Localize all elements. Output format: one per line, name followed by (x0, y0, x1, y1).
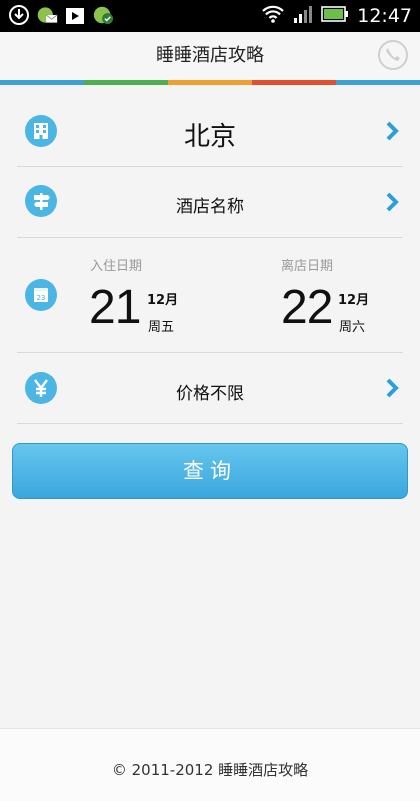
footer: © 2011-2012 睡睡酒店攻略 (0, 728, 420, 801)
date-row[interactable]: 23 入住日期 21 12月 周五 离店日期 22 12月 周六 (17, 238, 403, 352)
checkout-month: 12月 (338, 293, 370, 308)
checkout-weekday: 周六 (339, 320, 366, 335)
download-icon (8, 4, 30, 26)
page-title: 睡睡酒店攻略 (156, 45, 264, 66)
checkout-day: 22 (281, 281, 333, 334)
query-button[interactable]: 查询 (12, 443, 408, 499)
phone-icon (386, 48, 400, 61)
header-color-bar (0, 80, 420, 85)
phone-button[interactable] (378, 40, 408, 70)
hotel-name-label: 酒店名称 (176, 197, 244, 217)
city-row[interactable]: 北京 (17, 96, 403, 166)
calendar-icon: 23 (25, 279, 57, 311)
update-notification-icon (92, 4, 114, 26)
checkin-weekday: 周五 (148, 320, 175, 335)
signal-icon (293, 4, 313, 28)
divider (17, 423, 403, 424)
checkin-label: 入住日期 (90, 259, 143, 274)
svg-text:23: 23 (37, 294, 46, 302)
mail-notification-icon (36, 4, 58, 26)
checkout-label: 离店日期 (281, 259, 334, 274)
hotel-name-row[interactable]: 酒店名称 (17, 167, 403, 237)
checkin-month: 12月 (147, 293, 179, 308)
play-store-icon (64, 4, 86, 26)
price-label: 价格不限 (176, 384, 244, 404)
price-row[interactable]: 价格不限 (17, 353, 403, 423)
status-clock: 12:47 (357, 5, 412, 27)
battery-icon (321, 5, 349, 27)
chevron-right-icon (386, 378, 399, 398)
wifi-icon (261, 4, 285, 28)
city-label: 北京 (183, 122, 236, 152)
status-bar: 12:47 (0, 0, 420, 32)
chevron-right-icon (386, 192, 399, 212)
checkin-day: 21 (89, 281, 141, 334)
app-header: 睡睡酒店攻略 (0, 32, 420, 80)
chevron-right-icon (386, 121, 399, 141)
copyright-text: © 2011-2012 睡睡酒店攻略 (111, 761, 309, 779)
